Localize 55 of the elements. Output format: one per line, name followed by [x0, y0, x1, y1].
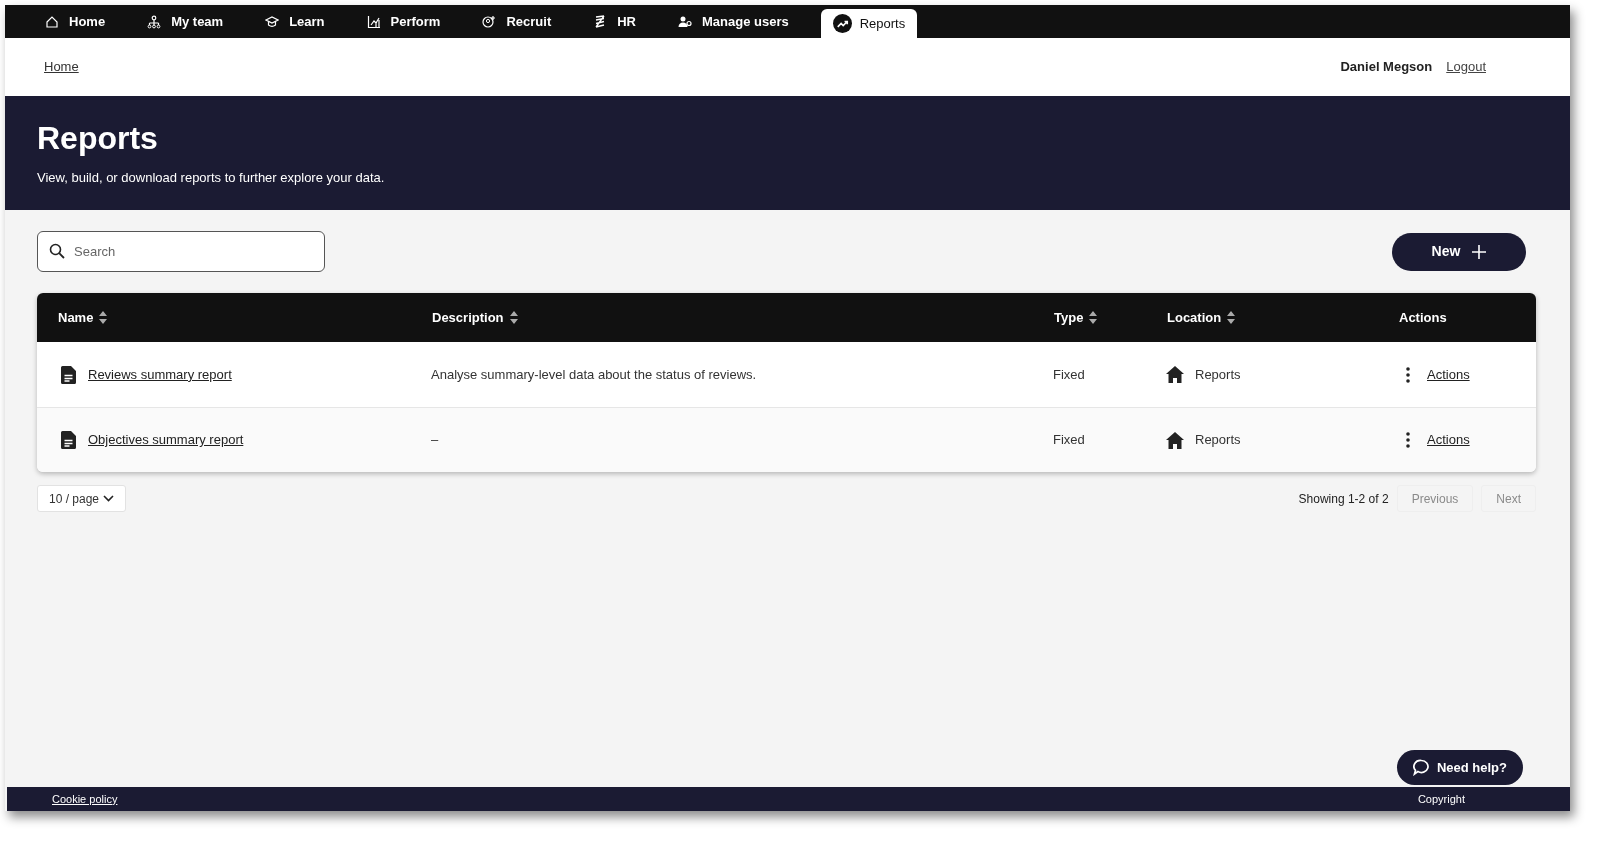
more-vertical-icon[interactable]	[1406, 366, 1410, 383]
breadcrumb-link[interactable]: Home	[44, 57, 79, 77]
need-help-button[interactable]: Need help?	[1396, 750, 1523, 785]
plus-icon	[1472, 244, 1487, 259]
trend-icon	[832, 14, 852, 33]
graduation-cap-icon	[265, 14, 280, 29]
nav-tab[interactable]: Perform	[356, 5, 451, 38]
user-icon	[678, 14, 692, 29]
chart-icon	[366, 14, 381, 29]
nav-tab[interactable]: My team	[137, 5, 234, 38]
org-chart-icon	[147, 14, 162, 29]
table-cell: –	[431, 432, 439, 448]
page-size-dropdown[interactable]: 10 / page	[37, 485, 126, 512]
nav-tab[interactable]: Recruit	[472, 5, 562, 38]
nav-tab[interactable]: Manage users	[668, 5, 799, 38]
column-header[interactable]: Location	[1167, 307, 1222, 328]
sort-icon[interactable]	[99, 311, 108, 324]
table-cell: Fixed	[1053, 366, 1085, 382]
nav-tab[interactable]: Home	[35, 5, 116, 38]
sort-icon[interactable]	[509, 311, 518, 324]
document-icon	[61, 431, 76, 449]
user-name: Daniel Megson	[1340, 58, 1433, 77]
table-cell: Analyse summary-level data about the status of reviews.	[431, 366, 757, 382]
sort-icon[interactable]	[1089, 311, 1098, 324]
showing-count: Showing 1-2 of 2	[1298, 490, 1389, 508]
column-header[interactable]: Description	[432, 307, 504, 328]
actions-link[interactable]: Actions	[1427, 430, 1470, 450]
table-cell-text: Reports	[1195, 431, 1241, 450]
new-button[interactable]: New	[1392, 232, 1526, 271]
actions-link[interactable]: Actions	[1427, 364, 1470, 385]
page-subtitle: View, build, or download reports to further explore your data.	[37, 169, 385, 187]
sort-icon[interactable]	[1227, 311, 1236, 324]
report-link[interactable]: Objectives summary report	[88, 430, 244, 450]
chat-bubble-icon	[1412, 759, 1430, 776]
search-icon	[49, 243, 65, 259]
page-title: Reports	[37, 119, 158, 158]
column-header: Actions	[1399, 308, 1447, 327]
column-header[interactable]: Type	[1054, 307, 1084, 328]
table-cell: Fixed	[1053, 432, 1085, 448]
logout-link[interactable]: Logout	[1446, 57, 1486, 77]
cookie-policy-link[interactable]: Cookie policy	[52, 790, 118, 808]
document-icon	[61, 365, 76, 384]
nav-tab[interactable]: Reports	[820, 9, 918, 38]
column-header[interactable]: Name	[58, 307, 94, 328]
house-icon	[1166, 431, 1184, 449]
nav-tab[interactable]: HR	[583, 5, 646, 38]
report-link[interactable]: Reviews summary report	[88, 364, 232, 385]
chevron-down-icon	[103, 495, 114, 502]
copyright-text: Copyright	[1417, 791, 1465, 807]
table-cell-text: Reports	[1195, 365, 1241, 384]
search-field[interactable]: Search	[37, 231, 325, 272]
more-vertical-icon[interactable]	[1406, 432, 1410, 448]
house-icon	[45, 14, 59, 29]
nav-tab[interactable]: Learn	[255, 5, 335, 38]
house-icon	[1166, 366, 1184, 383]
